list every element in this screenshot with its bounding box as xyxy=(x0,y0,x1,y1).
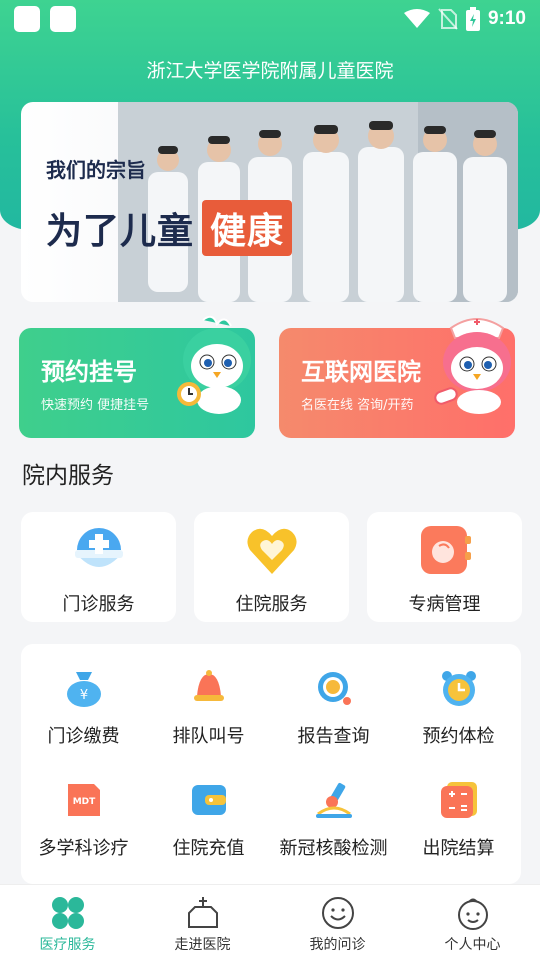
banner[interactable]: 我们的宗旨 为了儿童 健康 xyxy=(21,102,518,302)
tab-label: 个人中心 xyxy=(444,937,501,953)
alarm-clock-icon xyxy=(441,671,476,706)
banner-highlight: 健康 xyxy=(202,200,293,256)
calculator-icon xyxy=(440,782,477,818)
clock: 9:10 xyxy=(487,8,526,29)
bottom-tab-bar: 医疗服务 走进医院 我的问诊 个人中心 xyxy=(0,884,540,960)
disease-management-card[interactable]: 专病管理 xyxy=(367,512,522,622)
grid-item-covid-test[interactable]: 新冠核酸检测 xyxy=(271,780,396,860)
tab-medical-service[interactable]: 医疗服务 xyxy=(0,885,135,960)
tab-label: 走进医院 xyxy=(174,937,231,953)
grid-item-mdt[interactable]: MDT 多学科诊疗 xyxy=(21,780,146,860)
no-sim-icon xyxy=(438,8,458,30)
mdt-badge: MDT xyxy=(72,797,95,807)
appointment-subtitle: 快速预约 便捷挂号 xyxy=(41,398,150,413)
tab-label: 我的问诊 xyxy=(309,937,366,953)
heart-icon xyxy=(246,528,297,574)
bird-mascot-icon xyxy=(177,315,251,414)
svg-text:¥: ¥ xyxy=(79,688,87,703)
grid-item-label: 多学科诊疗 xyxy=(38,838,129,859)
wifi-icon xyxy=(403,9,430,28)
grid-item-checkup[interactable]: 预约体检 xyxy=(396,668,521,748)
notification-icon xyxy=(14,6,40,32)
wallet-icon xyxy=(191,785,226,815)
grid-item-label: 新冠核酸检测 xyxy=(279,838,388,859)
tab-consultation[interactable]: 我的问诊 xyxy=(270,885,405,960)
grid-item-label: 排队叫号 xyxy=(172,726,245,747)
banner-subtitle: 我们的宗旨 xyxy=(46,158,146,182)
grid-item-label: 出院结算 xyxy=(422,838,495,859)
appointment-title: 预约挂号 xyxy=(41,358,137,386)
banner-main-text: 为了儿童 xyxy=(46,211,195,252)
grid-item-label: 预约体检 xyxy=(422,726,495,747)
status-bar: 9:10 xyxy=(0,0,540,38)
grid-item-report[interactable]: 报告查询 xyxy=(271,668,396,748)
outpatient-service-label: 门诊服务 xyxy=(62,594,135,615)
hospital-icon xyxy=(187,897,218,928)
internet-hospital-title: 互联网医院 xyxy=(301,358,421,386)
inpatient-service-card[interactable]: 住院服务 xyxy=(194,512,349,622)
grid-item-discharge[interactable]: 出院结算 xyxy=(396,780,521,860)
grid-item-queue[interactable]: 排队叫号 xyxy=(146,668,271,748)
disease-management-icon xyxy=(420,526,471,574)
grid-item-recharge[interactable]: 住院充值 xyxy=(146,780,271,860)
grid-item-label: 报告查询 xyxy=(297,726,370,747)
notification-icon xyxy=(50,6,76,32)
outpatient-service-card[interactable]: 门诊服务 xyxy=(21,512,176,622)
bell-icon xyxy=(193,670,224,701)
money-bag-icon: ¥ xyxy=(66,672,101,707)
nurse-mascot-icon xyxy=(434,318,511,414)
appointment-card[interactable]: 预约挂号 快速预约 便捷挂号 xyxy=(19,315,255,438)
inpatient-service-label: 住院服务 xyxy=(235,594,308,615)
microscope-icon xyxy=(315,782,352,818)
section-title: 院内服务 xyxy=(22,463,114,489)
child-face-icon xyxy=(457,898,488,930)
grid-item-label: 门诊缴费 xyxy=(47,726,120,747)
internet-hospital-card[interactable]: 互联网医院 名医在线 咨询/开药 xyxy=(279,318,515,438)
service-grid: ¥ 门诊缴费 排队叫号 报告查询 预约体检 MDT 多学科诊疗 住院充值 新冠核… xyxy=(21,644,521,884)
medical-service-icon xyxy=(51,897,84,929)
mdt-icon: MDT xyxy=(67,784,100,816)
disease-management-label: 专病管理 xyxy=(408,594,481,615)
battery-icon xyxy=(465,7,480,31)
page-title: 浙江大学医学院附属儿童医院 xyxy=(146,60,394,82)
tab-hospital[interactable]: 走进医院 xyxy=(135,885,270,960)
tab-label: 医疗服务 xyxy=(39,937,96,953)
internet-hospital-subtitle: 名医在线 咨询/开药 xyxy=(301,398,414,413)
search-report-icon xyxy=(317,672,351,705)
outpatient-icon xyxy=(74,528,123,567)
banner-slogan: 为了儿童 健康 xyxy=(46,200,293,256)
tab-personal-center[interactable]: 个人中心 xyxy=(405,885,540,960)
grid-item-payment[interactable]: ¥ 门诊缴费 xyxy=(21,668,146,748)
smile-icon xyxy=(321,897,354,929)
grid-item-label: 住院充值 xyxy=(172,838,245,859)
